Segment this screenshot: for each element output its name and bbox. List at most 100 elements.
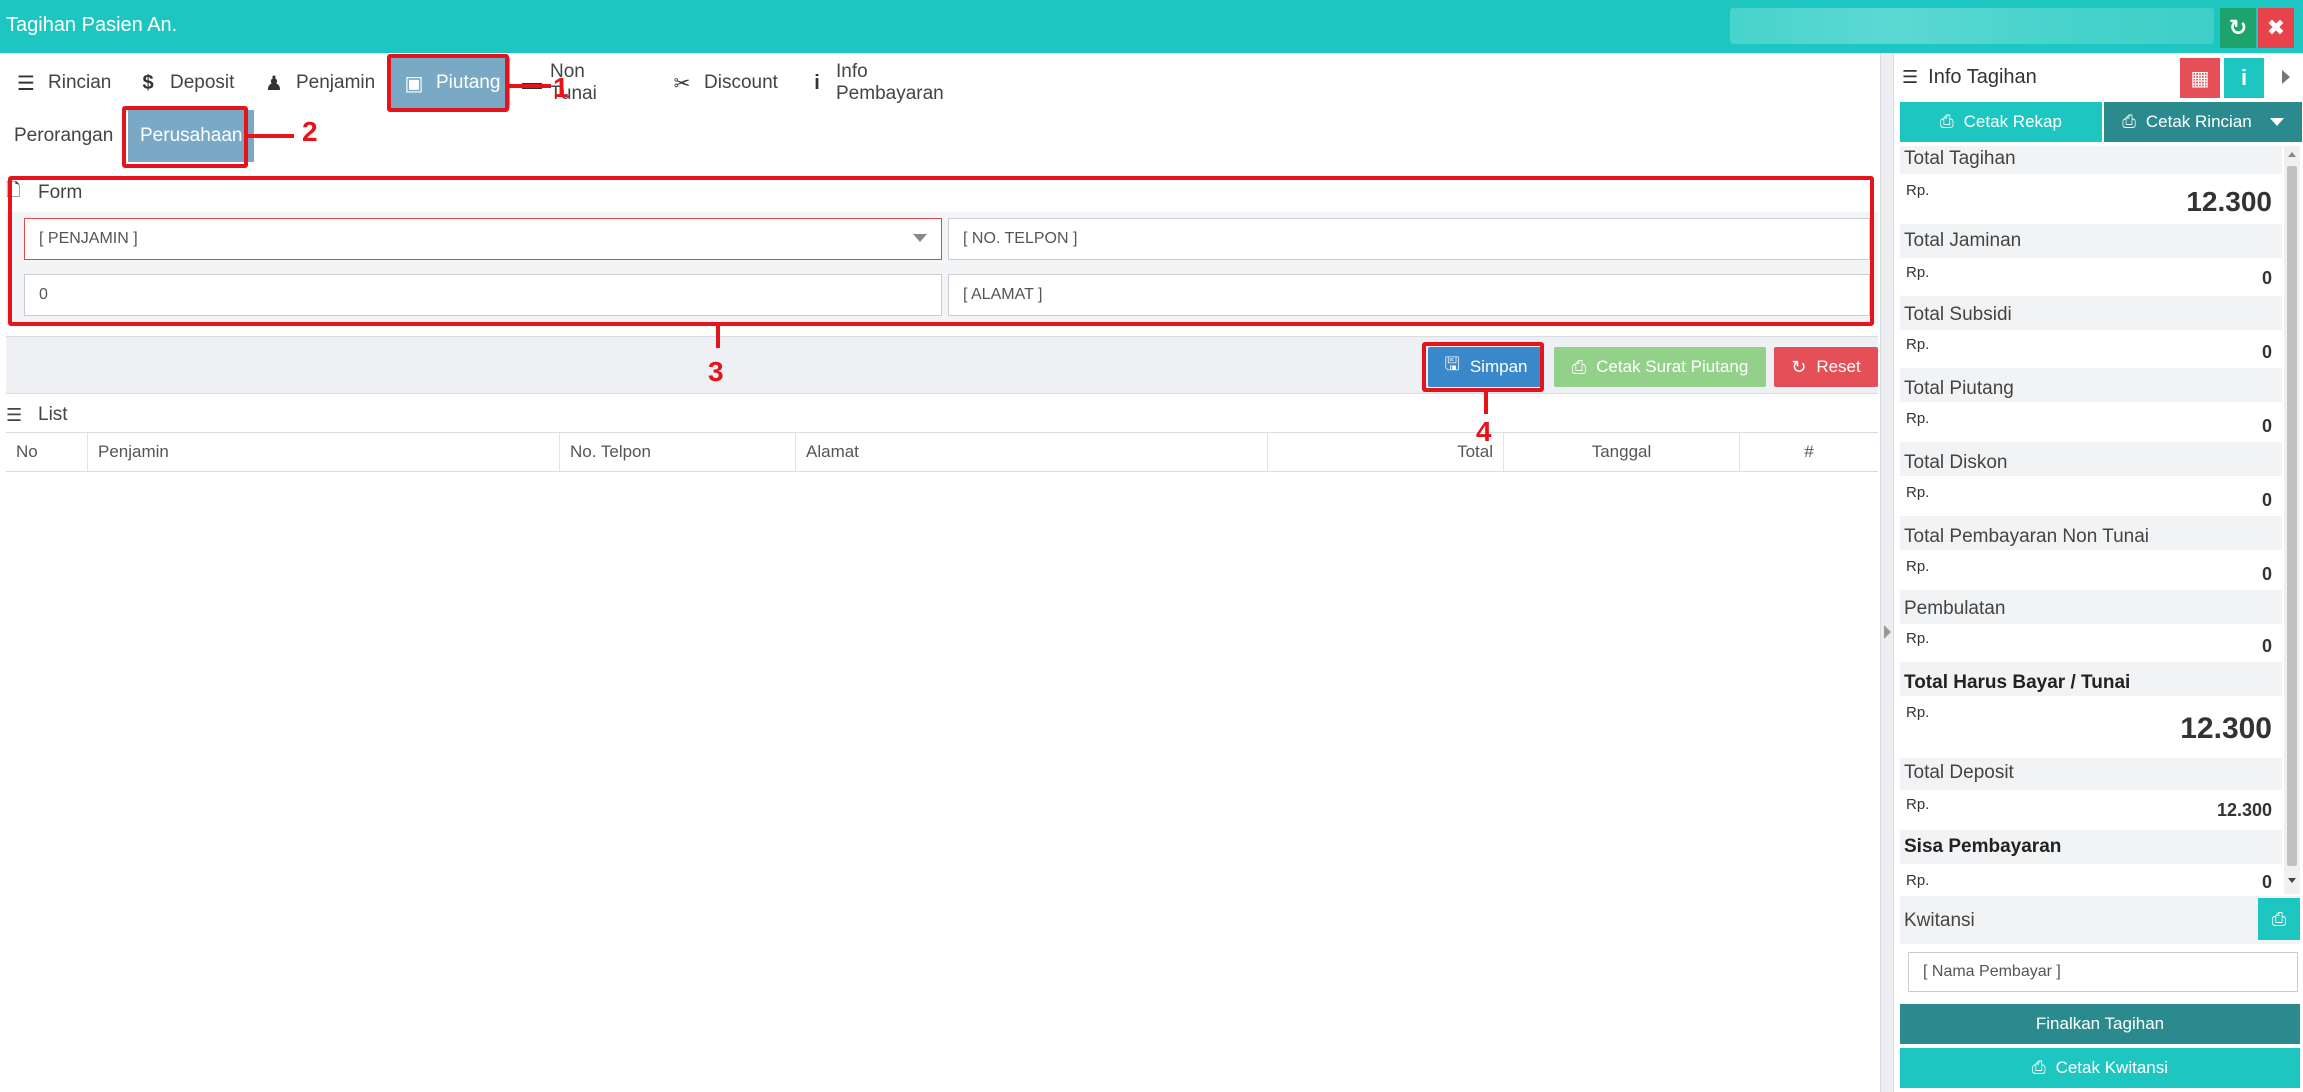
refresh-button[interactable]: ↻: [2220, 8, 2256, 48]
print-icon: ⎙: [2271, 908, 2287, 929]
info-tagihan-title: ☰ Info Tagihan: [1902, 66, 2037, 89]
reset-button[interactable]: ↻ Reset: [1774, 347, 1878, 387]
title-bar: Tagihan Pasien An. ↻ ✖: [0, 0, 2303, 53]
item-value: 0: [2261, 490, 2272, 510]
window-title: Tagihan Pasien An.: [6, 14, 178, 36]
unlink-icon: ✂: [673, 72, 691, 95]
item-value: 0: [2261, 416, 2272, 436]
finalkan-label: Finalkan Tagihan: [2035, 1014, 2165, 1033]
currency-label: Rp.: [1906, 410, 1930, 427]
info-scrollbar[interactable]: [2284, 146, 2300, 894]
tab-label: Penjamin: [296, 72, 376, 93]
close-icon: ✖: [2266, 15, 2286, 40]
tab-discount[interactable]: ✂ Discount: [668, 58, 778, 108]
nama-pembayar-input[interactable]: [ Nama Pembayar ]: [1908, 952, 2298, 992]
tab-rincian[interactable]: ☰ Rincian: [12, 58, 111, 108]
item-value: 0: [2261, 636, 2272, 656]
item-label: Total Diskon: [1904, 452, 2008, 473]
item-label: Total Piutang: [1904, 378, 2014, 399]
annotation-line-3: [716, 326, 720, 348]
cetak-rincian-label: Cetak Rincian: [2145, 112, 2252, 131]
tab-label: Info Pembayaran: [836, 61, 944, 104]
annotation-line-4: [1484, 392, 1488, 414]
user-secret-icon: ♟: [265, 72, 283, 95]
list-table-header: No Penjamin No. Telpon Alamat Total Tang…: [6, 432, 1878, 472]
list-header: ☰ List: [6, 398, 1878, 432]
subtab-perorangan[interactable]: Perorangan: [14, 110, 113, 162]
item-value-row: Rp. 12.300: [1900, 698, 2282, 758]
cetak-kwitansi-button[interactable]: ⎙ Cetak Kwitansi: [1900, 1048, 2300, 1088]
cetak-rekap-button[interactable]: ⎙ Cetak Rekap: [1900, 102, 2102, 142]
item-value-row: Rp. 0: [1900, 864, 2282, 894]
action-bar: 🖫 Simpan ⎙ Cetak Surat Piutang ↻ Reset: [6, 336, 1878, 394]
item-label: Total Harus Bayar / Tunai: [1904, 672, 2131, 693]
print-icon: ⎙: [2031, 1058, 2046, 1077]
item-value: 12.300: [2180, 712, 2272, 745]
info-title-label: Info Tagihan: [1928, 66, 2037, 88]
tab-label: Deposit: [170, 72, 235, 93]
list-title: List: [38, 404, 68, 425]
item-value: 0: [2261, 872, 2272, 892]
close-button[interactable]: ✖: [2258, 8, 2294, 48]
print-icon: ⎙: [1571, 356, 1587, 377]
kwitansi-print-button[interactable]: ⎙: [2258, 898, 2300, 940]
column-header: Penjamin: [88, 433, 560, 471]
panel-splitter[interactable]: [1880, 53, 1894, 1092]
info-tagihan-body: Total Tagihan Rp. 12.300 Total Jaminan R…: [1900, 146, 2282, 894]
item-label: Total Jaminan: [1904, 230, 2022, 251]
currency-label: Rp.: [1906, 336, 1930, 353]
item-label: Total Tagihan: [1904, 148, 2016, 169]
blurred-patient-info: [1730, 8, 2214, 44]
currency-label: Rp.: [1906, 796, 1930, 813]
refresh-icon: ↻: [1791, 356, 1807, 377]
calculator-icon: ▦: [2190, 67, 2210, 90]
currency-label: Rp.: [1906, 484, 1930, 501]
scrollbar-thumb[interactable]: [2287, 166, 2297, 866]
item-value-row: Rp. 0: [1900, 258, 2282, 296]
print-icon: ⎙: [2122, 112, 2136, 131]
credit-card-icon: ▬: [522, 71, 542, 94]
item-value: 0: [2261, 564, 2272, 584]
item-value-row: Rp. 0: [1900, 624, 2282, 662]
cetak-rincian-button[interactable]: ⎙ Cetak Rincian: [2104, 102, 2302, 142]
tab-deposit[interactable]: $ Deposit: [134, 58, 234, 108]
item-value-row: Rp. 0: [1900, 478, 2282, 516]
column-header: No. Telpon: [560, 433, 796, 471]
column-header: Total: [1268, 433, 1504, 471]
currency-label: Rp.: [1906, 182, 1930, 199]
dollar-icon: $: [142, 71, 154, 94]
tab-penjamin[interactable]: ♟ Penjamin: [260, 58, 375, 108]
cetak-surat-piutang-button[interactable]: ⎙ Cetak Surat Piutang: [1554, 347, 1766, 387]
annotation-number-4: 4: [1476, 416, 1492, 447]
item-value: 12.300: [2186, 186, 2272, 217]
refresh-icon: ↻: [2228, 15, 2248, 40]
info-icon: i: [2240, 65, 2248, 90]
currency-label: Rp.: [1906, 264, 1930, 281]
annotation-number-3: 3: [708, 356, 724, 387]
annotation-number-2: 2: [302, 116, 318, 147]
caret-down-icon: [2269, 118, 2284, 126]
annotation-box-2: [122, 106, 248, 168]
subtab-label: Perorangan: [14, 125, 114, 146]
calculator-button[interactable]: ▦: [2180, 58, 2220, 98]
item-value: 0: [2261, 268, 2272, 288]
list-icon: ☰: [17, 72, 35, 95]
reset-label: Reset: [1816, 357, 1861, 376]
finalkan-tagihan-button[interactable]: Finalkan Tagihan: [1900, 1004, 2300, 1044]
item-label: Sisa Pembayaran: [1904, 836, 2062, 857]
caret-right-icon[interactable]: [2282, 70, 2290, 84]
scroll-down-icon: [2288, 878, 2296, 883]
item-value-row: Rp. 0: [1900, 552, 2282, 590]
tab-label: Rincian: [48, 72, 112, 93]
item-value-row: Rp. 12.300: [1900, 176, 2282, 224]
cetak-kwitansi-label: Cetak Kwitansi: [2055, 1058, 2169, 1077]
column-header: #: [1804, 442, 1814, 461]
column-header: No: [6, 433, 88, 471]
server-icon: ☰: [6, 404, 23, 425]
caret-right-icon: [1884, 625, 1891, 639]
currency-label: Rp.: [1906, 630, 1930, 647]
info-button[interactable]: i: [2224, 58, 2264, 98]
item-label: Pembulatan: [1904, 598, 2006, 619]
tab-label: Discount: [704, 72, 778, 93]
tab-info-pembayaran[interactable]: i Info Pembayaran: [806, 58, 950, 108]
